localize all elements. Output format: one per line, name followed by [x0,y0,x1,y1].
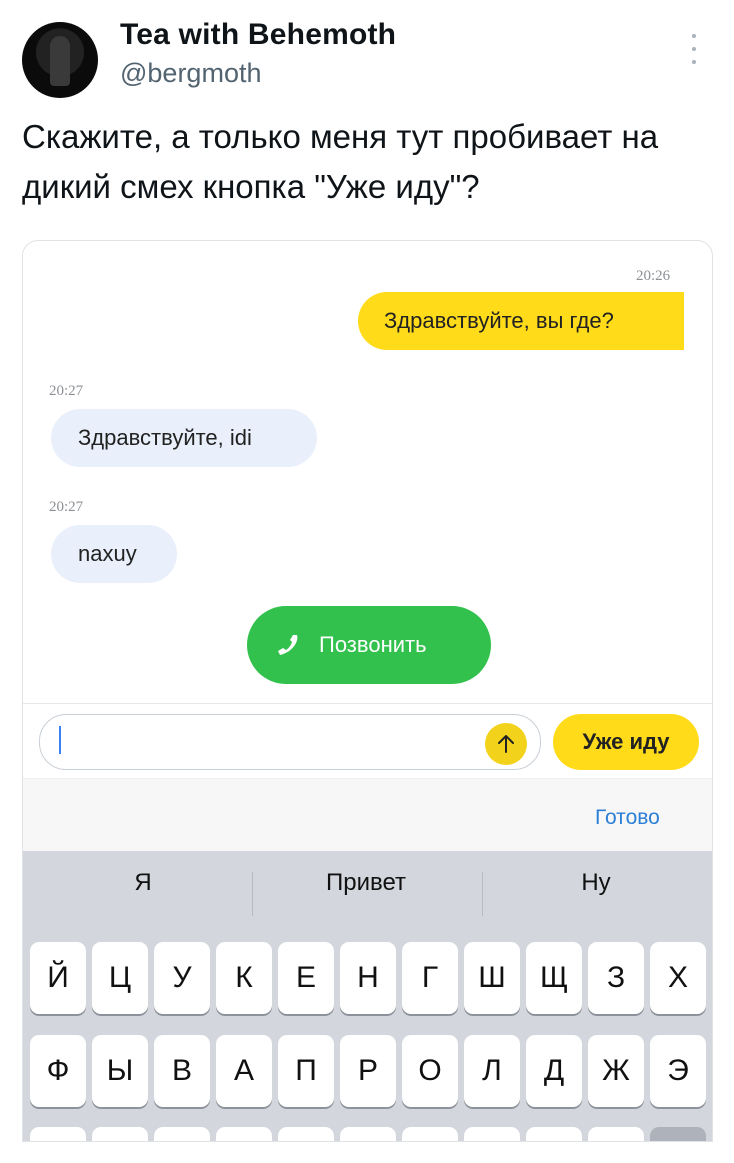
key[interactable]: Н [340,942,396,1014]
key[interactable]: Ф [30,1035,86,1107]
suggestion[interactable]: Ну [486,869,706,897]
key[interactable]: Г [402,942,458,1014]
call-button[interactable]: Позвонить [247,606,491,684]
message-time: 20:26 [636,268,671,284]
attached-screenshot[interactable]: 20:26 Здравствуйте, вы где? 20:27 Здравс… [22,240,713,1142]
incoming-message-text: naxuy [78,541,137,566]
text-caret [59,726,61,754]
key[interactable]: Ы [92,1035,148,1107]
key[interactable]: Л [464,1035,520,1107]
send-button[interactable] [485,723,527,765]
message-input[interactable] [39,714,541,770]
key[interactable] [278,1127,334,1141]
suggestion[interactable]: Я [33,869,253,897]
key[interactable]: П [278,1035,334,1107]
key[interactable]: Х [650,942,706,1014]
key[interactable] [154,1127,210,1141]
key[interactable] [588,1127,644,1141]
author-avatar[interactable] [22,22,98,98]
call-button-label: Позвонить [319,632,427,657]
key[interactable]: Щ [526,942,582,1014]
author-handle[interactable]: @bergmoth [120,58,261,89]
key[interactable]: Э [650,1035,706,1107]
key[interactable]: Ш [464,942,520,1014]
key[interactable] [216,1127,272,1141]
suggestion-separator [482,872,483,916]
key[interactable]: Ж [588,1035,644,1107]
arrow-up-icon [498,735,514,753]
on-my-way-button[interactable]: Уже иду [553,714,699,770]
key[interactable]: Д [526,1035,582,1107]
key[interactable]: З [588,942,644,1014]
phone-icon [278,635,298,655]
key[interactable] [92,1127,148,1141]
key[interactable]: Й [30,942,86,1014]
outgoing-message-text: Здравствуйте, вы где? [384,308,614,333]
key[interactable]: У [154,942,210,1014]
more-vertical-icon[interactable] [684,34,704,64]
key[interactable]: А [216,1035,272,1107]
key[interactable] [464,1127,520,1141]
key[interactable]: О [402,1035,458,1107]
key[interactable] [30,1127,86,1141]
tweet-text: Скажите, а только меня тут пробивает на … [22,118,659,205]
author-display-name[interactable]: Tea with Behemoth [120,18,396,52]
key[interactable] [526,1127,582,1141]
message-time: 20:27 [49,383,84,399]
avatar-figure [50,36,70,86]
backspace-key[interactable] [650,1127,706,1141]
key[interactable]: К [216,942,272,1014]
divider [23,703,712,704]
key[interactable]: В [154,1035,210,1107]
key[interactable] [340,1127,396,1141]
key[interactable]: Ц [92,942,148,1014]
key[interactable]: Р [340,1035,396,1107]
key[interactable]: Е [278,942,334,1014]
message-time: 20:27 [49,499,84,515]
key[interactable] [402,1127,458,1141]
done-button[interactable]: Готово [595,806,660,830]
suggestion-separator [252,872,253,916]
incoming-message-text: Здравствуйте, idi [78,425,252,450]
suggestion[interactable]: Привет [256,869,476,897]
